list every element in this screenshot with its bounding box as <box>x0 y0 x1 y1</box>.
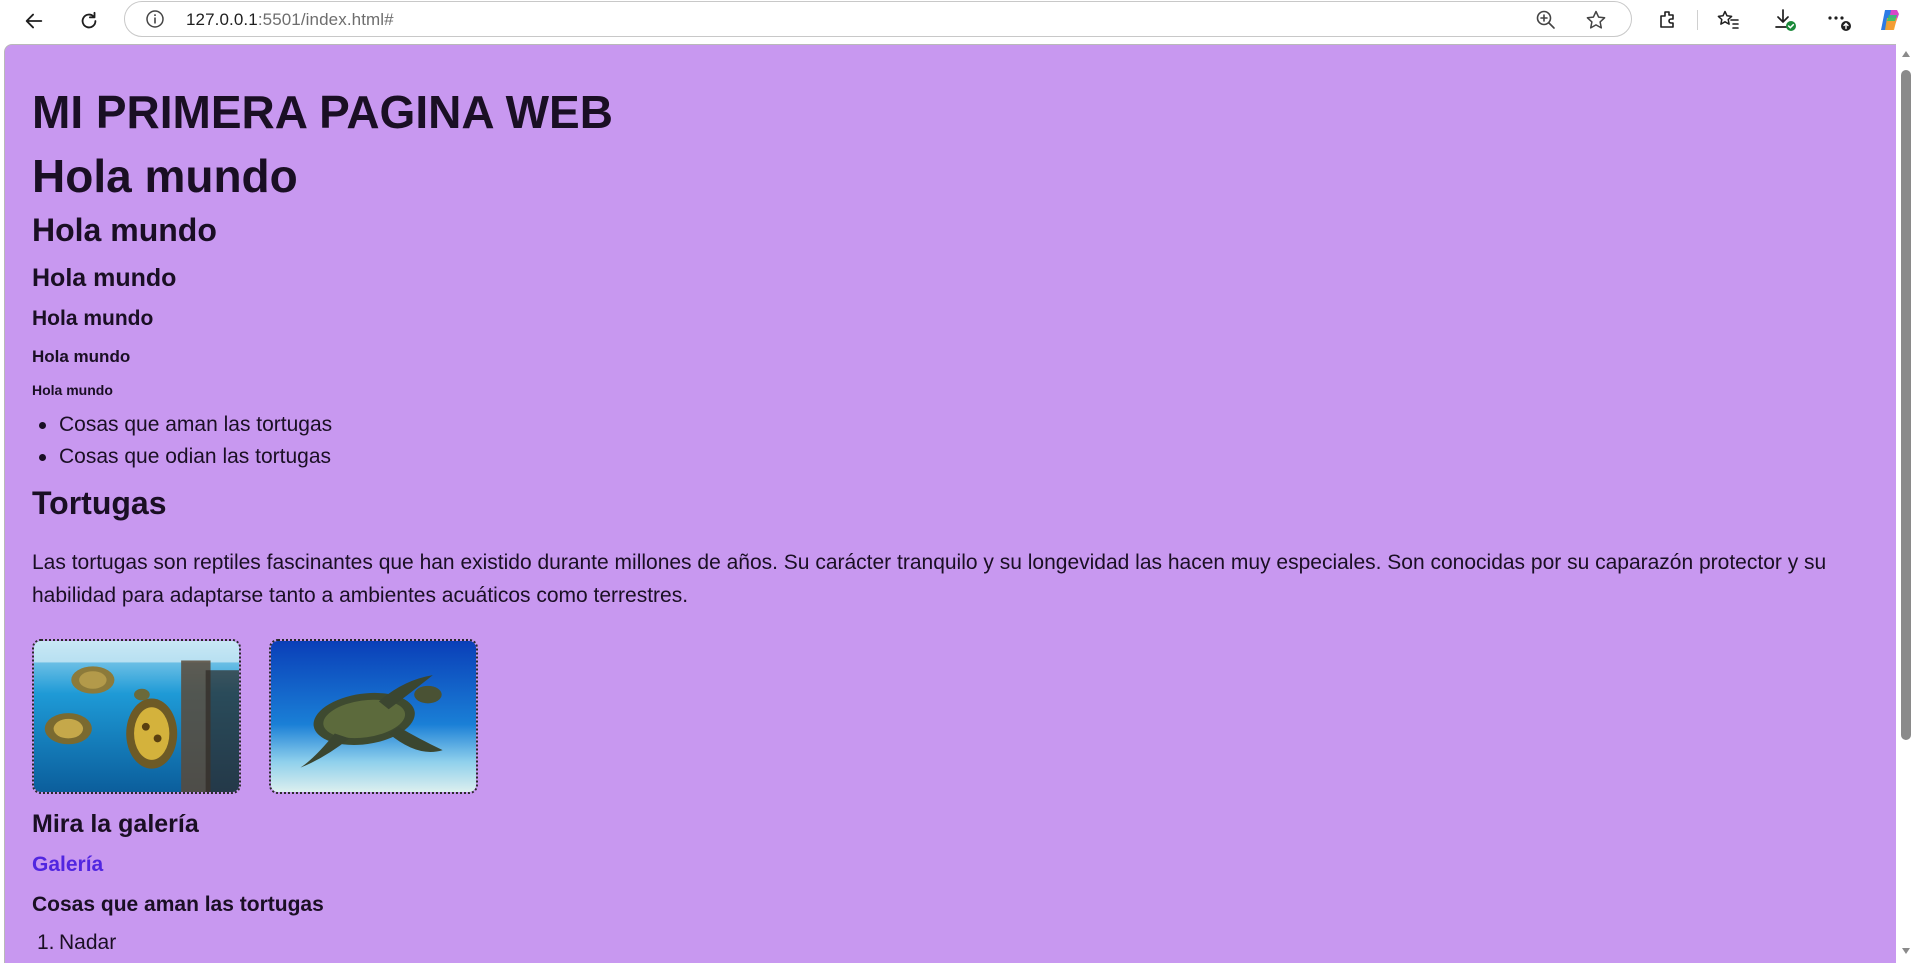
list-item: 1. Nadar <box>37 931 117 954</box>
page-viewport: MI PRIMERA PAGINA WEB Hola mundo Hola mu… <box>4 44 1896 963</box>
downloads-icon <box>1775 9 1796 31</box>
more-menu-button[interactable] <box>1826 7 1852 33</box>
scrollbar-thumb[interactable] <box>1901 70 1911 740</box>
browser-toolbar: 127.0.0.1:5501/index.html# <box>0 0 1916 43</box>
favorites-button[interactable] <box>1715 7 1741 33</box>
favorite-star-icon[interactable] <box>1585 9 1607 31</box>
bullet-icon <box>39 422 46 429</box>
turtle-paragraph: Las tortugas son reptiles fascinantes qu… <box>32 551 1827 607</box>
turtle-image-1 <box>32 639 241 794</box>
extensions-button[interactable] <box>1655 7 1681 33</box>
gallery-link[interactable]: Galería <box>32 853 103 877</box>
zoom-icon[interactable] <box>1535 9 1557 31</box>
gallery-heading: Mira la galería <box>32 810 199 838</box>
downloads-button[interactable] <box>1772 7 1798 33</box>
reload-icon <box>81 11 97 29</box>
url-text[interactable]: 127.0.0.1:5501/index.html# <box>186 10 394 30</box>
heading-h3: Hola mundo <box>32 264 177 292</box>
turtle-image-2 <box>269 639 478 794</box>
back-button[interactable] <box>17 4 51 38</box>
heading-h6: Hola mundo <box>32 382 113 398</box>
list-item: Cosas que odian las tortugas <box>32 445 332 477</box>
scroll-down-arrow-icon[interactable] <box>1901 947 1911 955</box>
toolbar-separator <box>1697 10 1698 30</box>
back-arrow-icon <box>25 13 43 29</box>
ordered-list: 1. Nadar <box>32 931 116 955</box>
heading-h4: Hola mundo <box>32 307 154 330</box>
love-heading: Cosas que aman las tortugas <box>32 893 324 916</box>
more-menu-icon <box>1828 16 1851 31</box>
section-title: Tortugas <box>32 485 167 521</box>
bullet-icon <box>39 454 46 461</box>
site-info-icon[interactable] <box>145 9 165 29</box>
address-bar[interactable]: 127.0.0.1:5501/index.html# <box>124 1 1632 37</box>
list-item: Cosas que aman las tortugas <box>32 413 332 445</box>
copilot-icon <box>1881 10 1899 30</box>
favorites-icon <box>1717 10 1739 29</box>
heading-h2: Hola mundo <box>32 212 217 248</box>
heading-h5: Hola mundo <box>32 347 131 366</box>
scroll-up-arrow-icon[interactable] <box>1901 50 1911 58</box>
main-title: MI PRIMERA PAGINA WEB <box>32 86 613 138</box>
copilot-button[interactable] <box>1877 7 1903 33</box>
vertical-scrollbar[interactable] <box>1896 44 1916 963</box>
bullet-list: Cosas que aman las tortugas Cosas que od… <box>32 413 332 477</box>
reload-button[interactable] <box>72 4 106 38</box>
extensions-icon <box>1660 11 1674 28</box>
heading-h1: Hola mundo <box>32 150 298 202</box>
